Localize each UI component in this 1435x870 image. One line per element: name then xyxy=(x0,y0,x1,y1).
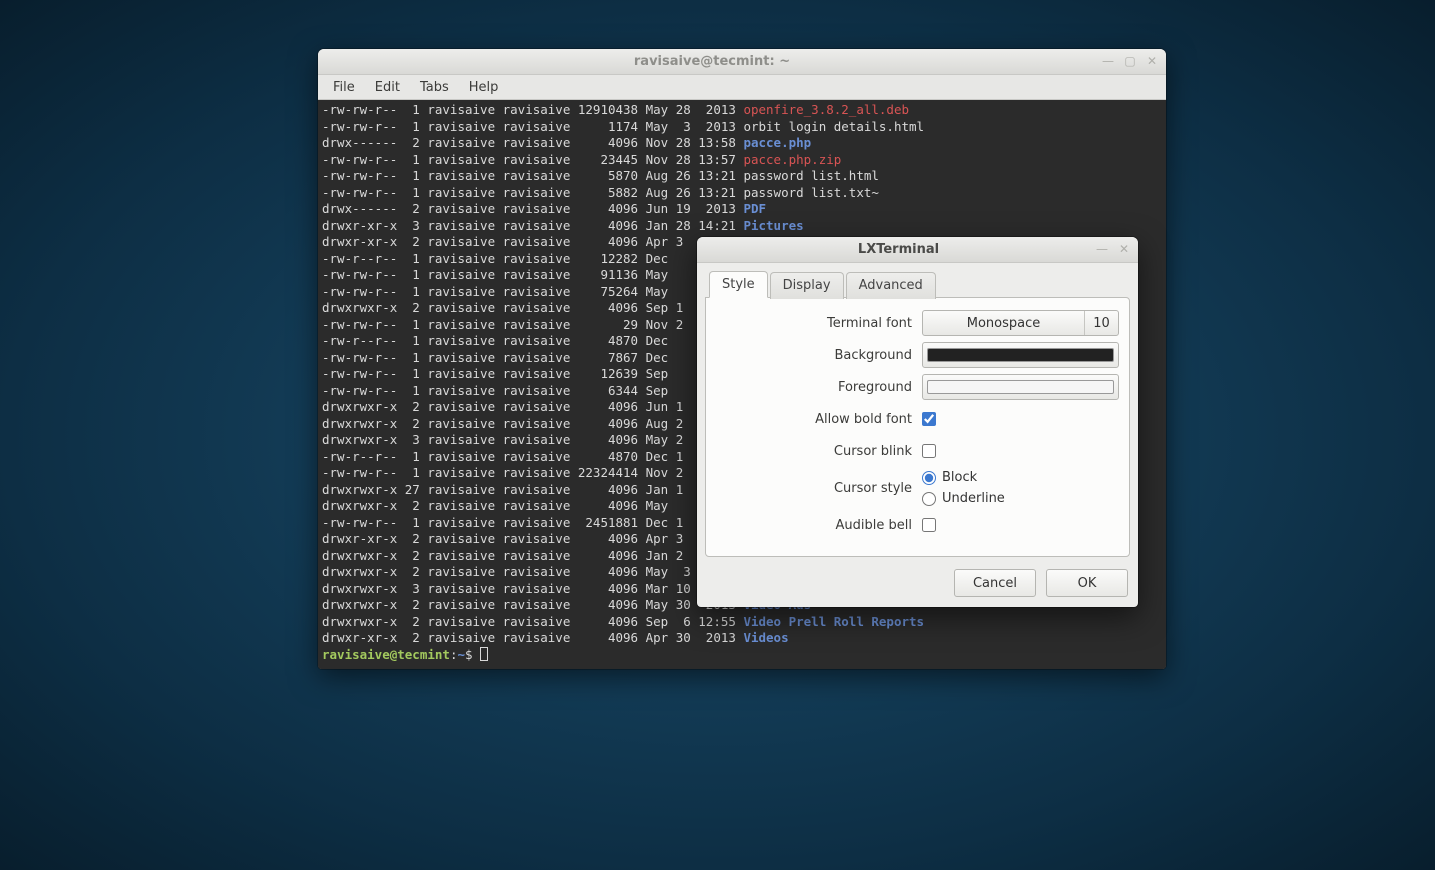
dialog-titlebar[interactable]: LXTerminal — ✕ xyxy=(697,237,1138,263)
background-color-swatch xyxy=(927,348,1114,362)
tab-style[interactable]: Style xyxy=(709,271,768,298)
menu-edit[interactable]: Edit xyxy=(366,77,409,98)
label-allow-bold: Allow bold font xyxy=(716,412,912,427)
ok-button[interactable]: OK xyxy=(1046,569,1128,597)
checkbox-allow-bold[interactable] xyxy=(922,412,936,426)
checkbox-cursor-blink[interactable] xyxy=(922,444,936,458)
checkbox-audible-bell[interactable] xyxy=(922,518,936,532)
minimize-icon[interactable]: — xyxy=(1100,54,1116,70)
label-audible-bell: Audible bell xyxy=(716,518,912,533)
tab-advanced[interactable]: Advanced xyxy=(846,272,936,299)
foreground-color-swatch xyxy=(927,380,1114,394)
background-color-button[interactable] xyxy=(922,342,1119,368)
cancel-button[interactable]: Cancel xyxy=(954,569,1036,597)
label-foreground: Foreground xyxy=(716,380,912,395)
radio-cursor-underline[interactable] xyxy=(922,492,936,506)
minimize-icon[interactable]: — xyxy=(1094,242,1110,258)
terminal-title: ravisaive@tecmint: ~ xyxy=(324,54,1100,69)
tab-pane-style: Terminal font Monospace 10 Background Fo… xyxy=(705,297,1130,557)
close-icon[interactable]: ✕ xyxy=(1144,54,1160,70)
close-icon[interactable]: ✕ xyxy=(1116,242,1132,258)
dialog-body: Style Display Advanced Terminal font Mon… xyxy=(697,263,1138,561)
menu-tabs[interactable]: Tabs xyxy=(411,77,458,98)
font-chooser-button[interactable]: Monospace 10 xyxy=(922,310,1119,336)
tab-display[interactable]: Display xyxy=(770,272,844,299)
dialog-footer: Cancel OK xyxy=(697,561,1138,607)
radio-label-underline: Underline xyxy=(942,491,1005,506)
menu-help[interactable]: Help xyxy=(460,77,508,98)
label-background: Background xyxy=(716,348,912,363)
font-size-value: 10 xyxy=(1084,311,1118,335)
terminal-titlebar[interactable]: ravisaive@tecmint: ~ — ▢ ✕ xyxy=(318,49,1166,75)
label-cursor-blink: Cursor blink xyxy=(716,444,912,459)
label-terminal-font: Terminal font xyxy=(716,316,912,331)
dialog-title: LXTerminal xyxy=(703,242,1094,257)
radio-cursor-block[interactable] xyxy=(922,471,936,485)
foreground-color-button[interactable] xyxy=(922,374,1119,400)
label-cursor-style: Cursor style xyxy=(716,481,912,496)
terminal-menubar: File Edit Tabs Help xyxy=(318,75,1166,100)
radio-label-block: Block xyxy=(942,470,977,485)
maximize-icon[interactable]: ▢ xyxy=(1122,54,1138,70)
menu-file[interactable]: File xyxy=(324,77,364,98)
font-name-value: Monospace xyxy=(923,316,1084,331)
preferences-dialog[interactable]: LXTerminal — ✕ Style Display Advanced Te… xyxy=(697,237,1138,607)
